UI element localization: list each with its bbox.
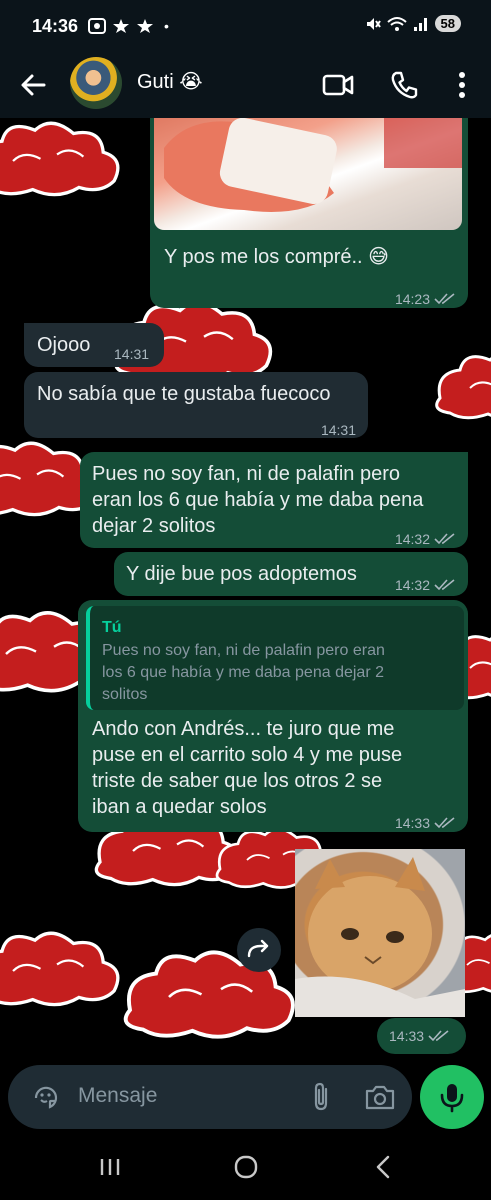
microphone-icon — [440, 1084, 464, 1113]
read-ticks-icon — [434, 579, 455, 591]
read-ticks-icon — [434, 293, 455, 305]
message-text: Ando con Andrés... te juro que me puse e… — [92, 716, 402, 820]
message-bubble-outgoing[interactable]: Y dije bue pos adoptemos 14:32 — [114, 552, 468, 596]
time-label: 14:32 — [394, 577, 430, 593]
back-arrow-icon[interactable] — [14, 66, 52, 104]
contact-name[interactable]: Guti 😭 — [137, 69, 203, 94]
chat-header: Guti 😭 — [0, 52, 491, 118]
home-icon[interactable] — [226, 1153, 266, 1181]
plush-illustration — [164, 118, 462, 212]
message-time: 14:31 — [320, 422, 356, 438]
message-time: 14:33 — [389, 1028, 450, 1044]
message-time: 14:32 — [395, 526, 456, 552]
status-time: 14:36 — [32, 16, 79, 36]
back-nav-icon[interactable] — [364, 1153, 404, 1181]
message-time: 14:33 — [395, 810, 456, 836]
forward-icon — [247, 939, 269, 958]
screenshot-icon — [88, 18, 106, 34]
read-ticks-icon — [434, 817, 455, 829]
sticker-emoji-icon[interactable] — [32, 1084, 60, 1112]
read-ticks-icon — [434, 533, 455, 545]
quote-line: los 6 que había y me daba pena dejar 2 — [102, 664, 384, 681]
quote-text: Pues no soy fan, ni de palafin pero eran… — [102, 640, 452, 706]
message-time: 14:32 — [395, 572, 456, 598]
read-ticks-icon — [428, 1030, 449, 1042]
voice-record-button[interactable] — [420, 1065, 484, 1129]
message-text: Pues no soy fan, ni de palafin pero eran… — [92, 461, 423, 539]
image-time-pill: 14:33 — [377, 1018, 466, 1054]
status-icons-left: • — [88, 17, 169, 35]
kitten-illustration — [295, 857, 465, 1017]
message-bubble-incoming[interactable]: No sabía que te gustaba fuecoco 14:31 — [24, 372, 368, 438]
mute-icon — [366, 17, 381, 30]
time-label: 14:23 — [394, 291, 430, 307]
contact-avatar[interactable] — [70, 57, 122, 109]
message-line: Pues no soy fan, ni de palafin pero — [92, 463, 400, 485]
wifi-icon — [386, 16, 407, 31]
chat-area[interactable]: Y pos me los compré.. 😅 14:23 Ojooo 14:3… — [0, 118, 491, 1063]
more-options-icon[interactable] — [442, 65, 482, 105]
message-bubble-outgoing[interactable]: Y pos me los compré.. 😅 14:23 — [150, 118, 468, 308]
time-label: 14:32 — [394, 531, 430, 547]
message-text: No sabía que te gustaba fuecoco — [37, 383, 331, 405]
message-text: Y dije bue pos adoptemos — [126, 563, 357, 585]
voice-call-icon[interactable] — [384, 65, 424, 105]
message-time: 14:31 — [114, 346, 150, 362]
message-text: Y pos me los compré.. 😅 — [164, 246, 390, 268]
message-line: triste de saber que los otros 2 se — [92, 770, 383, 792]
camera-icon[interactable] — [364, 1083, 396, 1111]
message-bubble-incoming[interactable]: Ojooo 14:31 — [24, 323, 164, 367]
quote-line: Pues no soy fan, ni de palafin pero eran — [102, 642, 385, 659]
time-label: 14:33 — [394, 815, 430, 831]
message-input-pill[interactable]: Mensaje — [8, 1065, 412, 1129]
shared-image-plush[interactable] — [154, 118, 462, 230]
status-icons-right: 58 — [365, 15, 461, 32]
message-line: dejar 2 solitos — [92, 515, 216, 537]
forward-button[interactable] — [237, 928, 281, 972]
quote-author: Tú — [102, 619, 122, 636]
system-nav-bar — [0, 1133, 491, 1200]
signal-icon — [413, 17, 427, 31]
status-dot: • — [164, 18, 169, 34]
message-line: Ando con Andrés... te juro que me — [92, 718, 395, 740]
message-composer: Mensaje — [0, 1063, 491, 1133]
battery-indicator: 58 — [434, 15, 461, 32]
message-line: eran los 6 que había y me daba pena — [92, 489, 424, 511]
message-time: 14:23 — [395, 286, 456, 312]
message-line: puse en el carrito solo 4 y me puse — [92, 744, 403, 766]
notification-icon — [113, 19, 129, 33]
attach-clip-icon[interactable] — [308, 1081, 336, 1113]
message-line: iban a quedar solos — [92, 796, 267, 818]
status-bar: 14:36 • 58 — [0, 0, 491, 52]
time-label: 14:33 — [389, 1028, 425, 1044]
notification-icon — [137, 19, 153, 33]
message-bubble-outgoing[interactable]: Tú Pues no soy fan, ni de palafin pero e… — [78, 600, 468, 832]
quoted-message[interactable]: Tú Pues no soy fan, ni de palafin pero e… — [86, 606, 464, 710]
recent-apps-icon[interactable] — [90, 1153, 130, 1181]
message-input[interactable]: Mensaje — [78, 1084, 157, 1108]
video-call-icon[interactable] — [318, 65, 358, 105]
message-bubble-outgoing[interactable]: Pues no soy fan, ni de palafin pero eran… — [80, 452, 468, 548]
message-text: Ojooo — [37, 334, 91, 356]
quote-line: solitos — [102, 686, 148, 703]
shared-image-kitten[interactable] — [295, 849, 465, 1017]
